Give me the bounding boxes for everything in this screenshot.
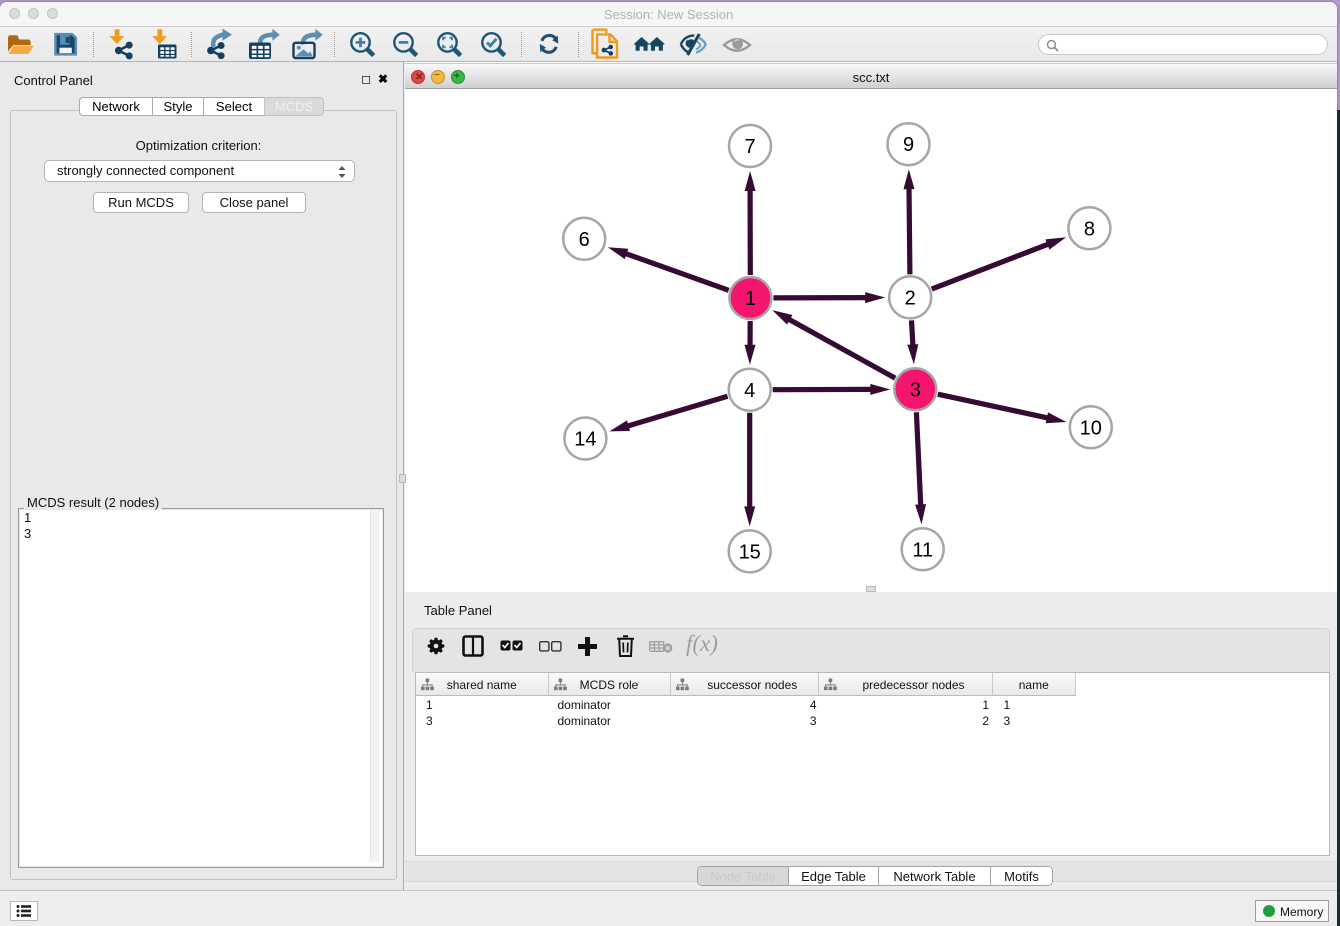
svg-text:3: 3 xyxy=(910,379,921,401)
svg-text:7: 7 xyxy=(744,136,755,158)
svg-text:1: 1 xyxy=(745,288,756,310)
svg-text:8: 8 xyxy=(1084,218,1095,240)
svg-text:4: 4 xyxy=(744,380,755,402)
svg-text:11: 11 xyxy=(912,539,933,561)
svg-text:9: 9 xyxy=(903,134,914,156)
svg-text:2: 2 xyxy=(905,287,916,309)
svg-text:10: 10 xyxy=(1080,417,1102,439)
svg-text:15: 15 xyxy=(739,541,761,563)
svg-text:14: 14 xyxy=(574,429,596,451)
svg-text:6: 6 xyxy=(579,229,590,251)
